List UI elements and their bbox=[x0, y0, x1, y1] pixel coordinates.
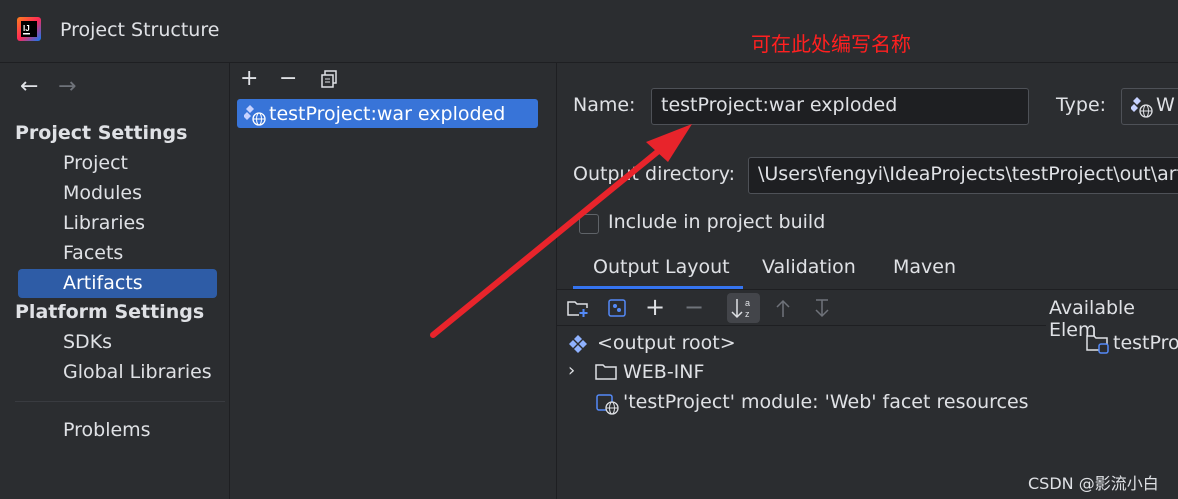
annotation-arrow-icon bbox=[430, 124, 692, 338]
watermark-text: CSDN @影流小白 bbox=[1028, 474, 1159, 493]
